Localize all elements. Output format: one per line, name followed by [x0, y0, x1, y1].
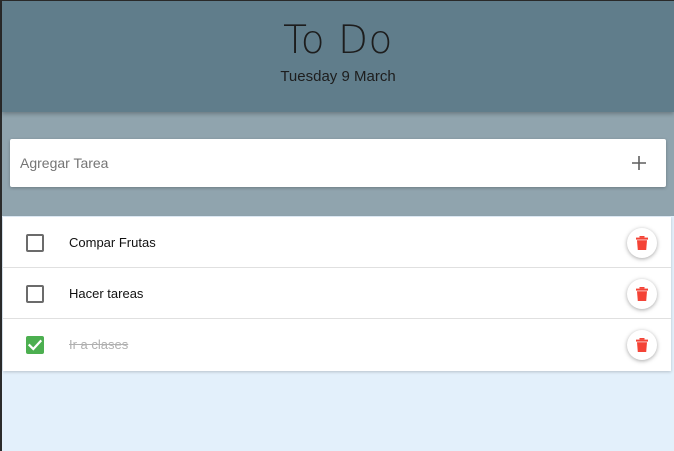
task-list: Compar Frutas Hacer tareas Ir a clases [3, 217, 671, 371]
task-item: Compar Frutas [3, 217, 671, 268]
trash-icon [636, 236, 648, 250]
app-title: To Do [283, 18, 393, 63]
task-item: Ir a clases [3, 319, 671, 371]
delete-task-button[interactable] [627, 228, 657, 258]
check-icon [27, 339, 43, 351]
task-checkbox[interactable] [26, 234, 44, 252]
task-checkbox[interactable] [26, 336, 44, 354]
add-task-button[interactable] [624, 148, 654, 178]
plus-icon [632, 156, 646, 170]
trash-icon [636, 338, 648, 352]
task-label: Hacer tareas [69, 286, 144, 301]
app-header: To Do Tuesday 9 March [2, 1, 674, 112]
task-label: Ir a clases [69, 337, 129, 352]
task-item: Hacer tareas [3, 268, 671, 319]
new-task-input[interactable] [10, 139, 600, 187]
new-task-section [2, 112, 674, 216]
new-task-card [10, 139, 666, 187]
task-label: Compar Frutas [69, 235, 156, 250]
delete-task-button[interactable] [627, 330, 657, 360]
delete-task-button[interactable] [627, 279, 657, 309]
current-date: Tuesday 9 March [280, 68, 396, 85]
trash-icon [636, 287, 648, 301]
task-checkbox[interactable] [26, 285, 44, 303]
